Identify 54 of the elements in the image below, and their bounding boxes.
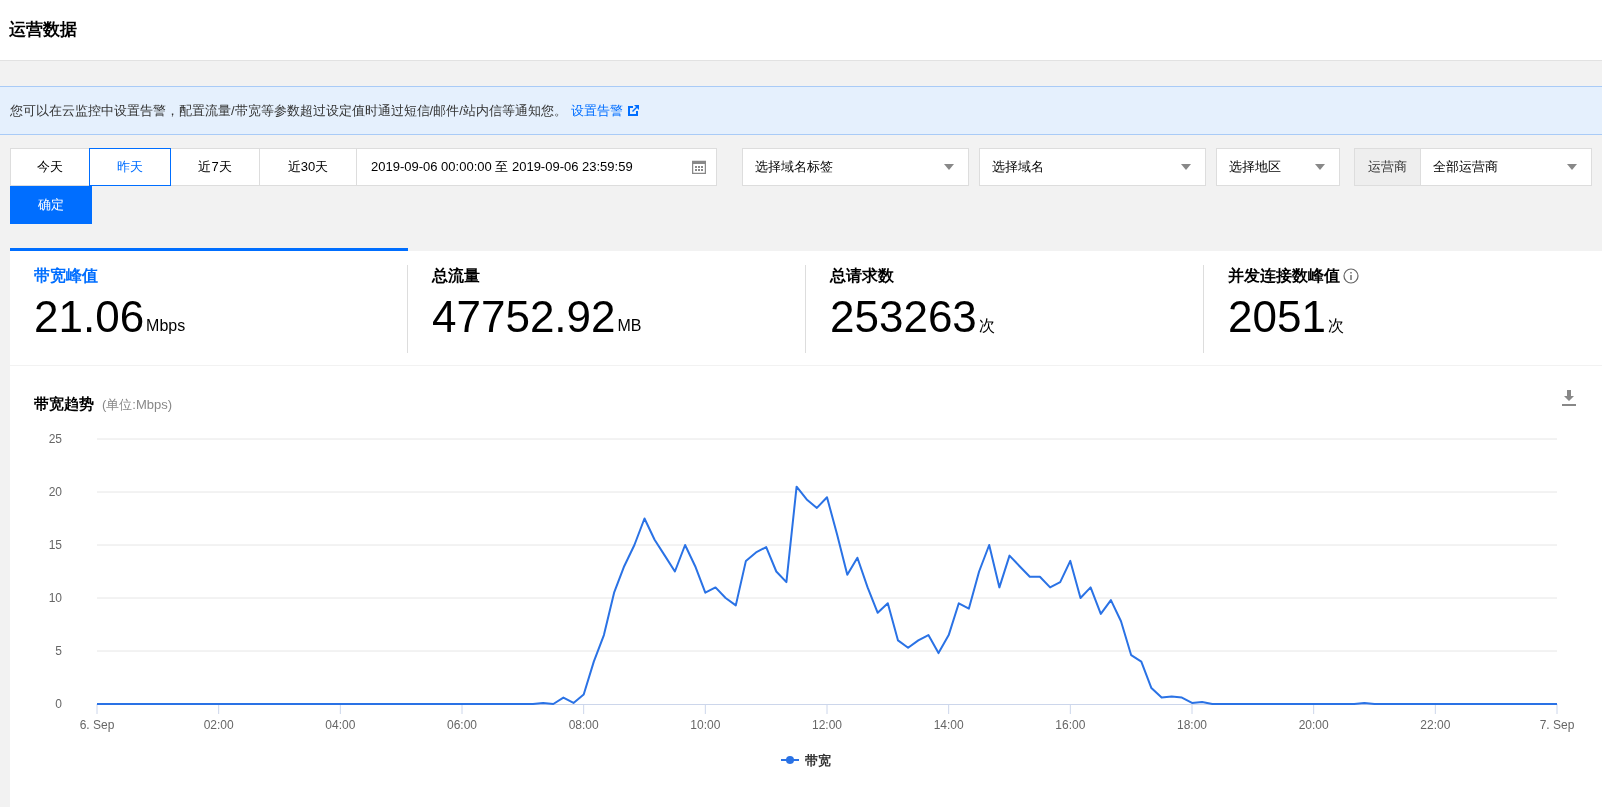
- x-axis-label: 20:00: [1298, 717, 1329, 732]
- date-range-tab[interactable]: 昨天: [89, 148, 171, 186]
- legend-line-icon: [781, 755, 799, 766]
- stat-value: 47752.92: [432, 291, 616, 343]
- stat-unit: 次: [1327, 316, 1344, 336]
- x-axis-label: 06:00: [447, 717, 477, 732]
- y-axis-label: 25: [48, 431, 62, 446]
- stat-title: 并发连接数峰值: [1228, 266, 1340, 286]
- stat-value: 2051: [1228, 291, 1326, 343]
- chart-unit: (单位:Mbps): [102, 395, 173, 414]
- dropdown-caret-icon: [944, 164, 954, 170]
- x-axis-label: 12:00: [812, 717, 842, 732]
- page-title: 运营数据: [9, 19, 77, 42]
- stat-value: 21.06: [34, 291, 145, 343]
- y-axis-label: 15: [48, 537, 62, 552]
- date-range-tab[interactable]: 近7天: [170, 148, 260, 186]
- stat-title: 带宽峰值: [34, 266, 98, 286]
- date-range-tab[interactable]: 近30天: [259, 148, 357, 186]
- stat-unit: Mbps: [146, 316, 186, 336]
- dropdown-select[interactable]: 选择域名: [979, 148, 1206, 186]
- y-axis-label: 20: [48, 484, 62, 499]
- y-axis-label: 0: [55, 696, 62, 711]
- download-icon[interactable]: [1562, 390, 1576, 406]
- dropdown-caret-icon: [1181, 164, 1191, 170]
- stat-title: 总请求数: [830, 266, 894, 286]
- notice-text: 您可以在云监控中设置告警，配置流量/带宽等参数超过设定值时通过短信/邮件/站内信等通知您。: [10, 101, 567, 120]
- x-axis-label: 7. Sep: [1539, 717, 1575, 732]
- x-axis-label: 10:00: [690, 717, 721, 732]
- x-axis-label: 08:00: [568, 717, 599, 732]
- x-axis-label: 16:00: [1055, 717, 1086, 732]
- chart-title: 带宽趋势: [34, 394, 94, 414]
- confirm-button[interactable]: 确定: [10, 186, 92, 224]
- info-icon[interactable]: [1343, 268, 1359, 284]
- date-range-field[interactable]: 2019-09-06 00:00:00 至 2019-09-06 23:59:59: [356, 148, 717, 186]
- x-axis-label: 18:00: [1177, 717, 1207, 732]
- calendar-icon: [692, 160, 706, 174]
- x-axis-label: 14:00: [933, 717, 964, 732]
- x-axis-label: 22:00: [1420, 717, 1451, 732]
- date-range-tab[interactable]: 今天: [10, 148, 90, 186]
- y-axis-label: 10: [48, 590, 62, 605]
- x-axis-label: 02:00: [203, 717, 234, 732]
- stat-title: 总流量: [432, 266, 480, 286]
- dropdown-select[interactable]: 选择地区: [1216, 148, 1340, 186]
- set-alert-link[interactable]: 设置告警: [570, 100, 639, 121]
- external-link-icon: [627, 105, 639, 116]
- dropdown-select[interactable]: 选择域名标签: [742, 148, 969, 186]
- stat-unit: 次: [978, 316, 995, 336]
- dropdown-caret-icon: [1315, 164, 1325, 170]
- x-axis-label: 6. Sep: [79, 717, 115, 732]
- y-axis-label: 5: [55, 643, 62, 658]
- legend-label[interactable]: 带宽: [805, 750, 831, 770]
- stat-value: 253263: [830, 291, 977, 343]
- x-axis-label: 04:00: [325, 717, 356, 732]
- stat-unit: MB: [617, 316, 642, 336]
